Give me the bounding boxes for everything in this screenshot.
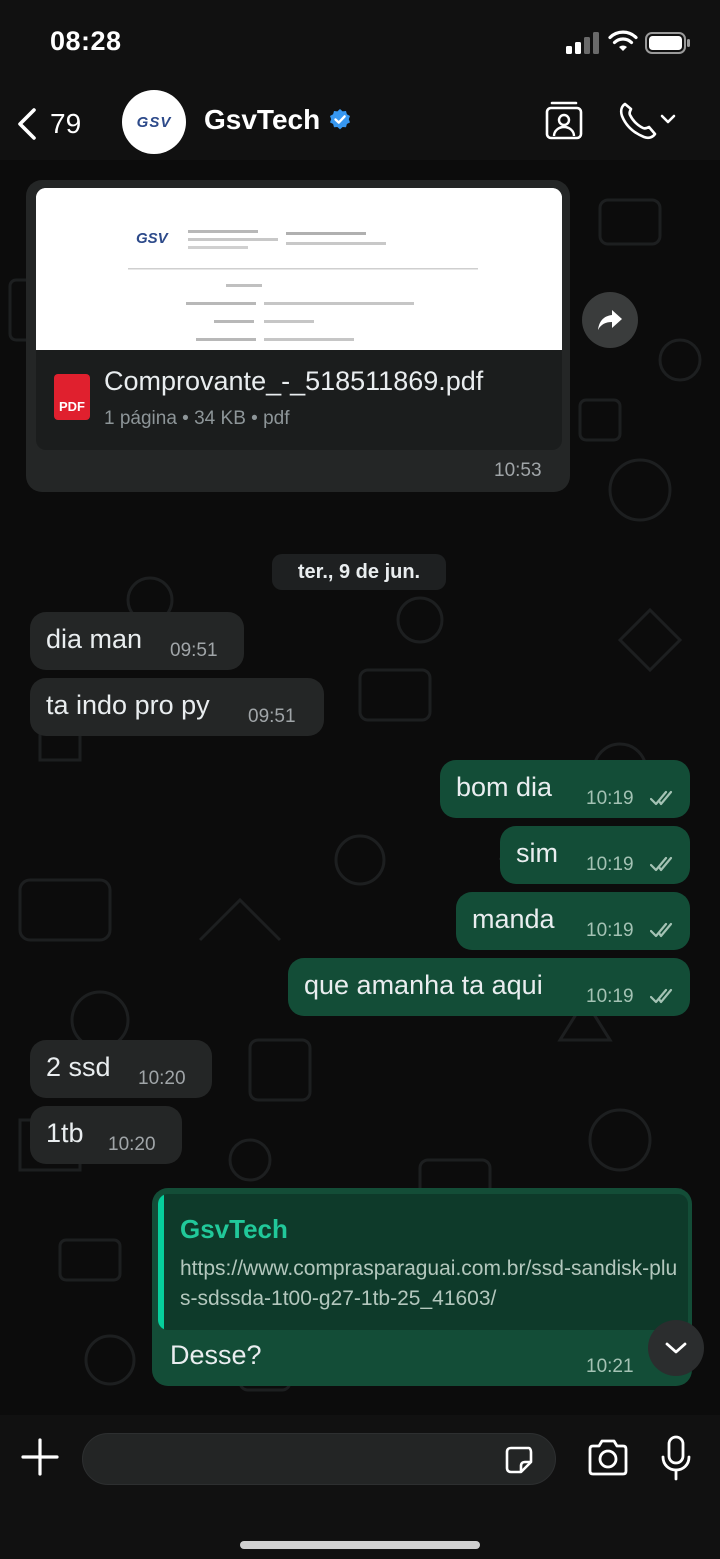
home-indicator (240, 1541, 480, 1549)
avatar[interactable]: GSV (122, 90, 186, 154)
phone-icon (619, 102, 676, 140)
chat-area[interactable]: GSV PDF Comprovante_-_518511869.pdf 1 pá… (0, 160, 720, 1415)
message-time: 10:20 (108, 1134, 156, 1155)
read-ticks-icon (650, 790, 673, 806)
sticker-icon[interactable] (503, 1444, 535, 1476)
camera-icon[interactable] (586, 1439, 630, 1477)
chevron-left-icon (18, 108, 36, 140)
contact-name: GsvTech (204, 104, 321, 135)
pdf-info[interactable]: PDF Comprovante_-_518511869.pdf 1 página… (36, 350, 562, 450)
scroll-down-button[interactable] (648, 1320, 704, 1376)
microphone-icon[interactable] (660, 1435, 692, 1481)
verified-badge-icon (330, 109, 351, 130)
message-text: 1tb (46, 1118, 84, 1148)
message-in[interactable]: ta indo pro py 09:51 (30, 678, 324, 736)
chevron-down-icon (665, 1342, 687, 1354)
message-out[interactable]: sim 10:19 (500, 826, 690, 884)
message-time: 10:19 (586, 920, 634, 941)
composer-bar (0, 1415, 720, 1559)
message-input-container[interactable] (82, 1433, 556, 1485)
quoted-text: https://www.comprasparaguai.com.br/ssd-s… (180, 1257, 678, 1310)
message-time: 10:19 (586, 854, 634, 875)
pdf-file-name: Comprovante_-_518511869.pdf (104, 366, 484, 396)
message-out[interactable]: bom dia 10:19 (440, 760, 690, 818)
preview-logo-text: GSV (136, 230, 170, 247)
forward-icon (598, 310, 622, 330)
message-in[interactable]: 2 ssd 10:20 (30, 1040, 212, 1098)
message-time: 10:20 (138, 1068, 186, 1089)
message-text: sim (516, 838, 558, 868)
pdf-preview-image: GSV (36, 188, 562, 350)
message-text: dia man (46, 624, 143, 654)
pdf-file-meta: 1 página • 34 KB • pdf (104, 408, 290, 429)
message-text: manda (472, 904, 555, 934)
message-in[interactable]: 1tb 10:20 (30, 1106, 182, 1164)
chat-header: 79 GSV GsvTech (0, 88, 720, 160)
contact-card-icon[interactable] (542, 98, 586, 142)
message-time: 10:19 (586, 788, 634, 809)
message-out[interactable]: manda 10:19 (456, 892, 690, 950)
message-time: 10:53 (494, 460, 542, 481)
date-separator: ter., 9 de jun. (272, 554, 446, 590)
message-text: que amanha ta aqui (304, 970, 543, 1000)
back-button[interactable]: 79 (16, 102, 81, 146)
message-time: 10:19 (586, 986, 634, 1007)
status-bar: 08:28 (0, 0, 720, 88)
signal-icon (566, 32, 599, 54)
pdf-preview[interactable]: GSV (36, 188, 562, 350)
read-ticks-icon (650, 856, 673, 872)
unread-count: 79 (50, 108, 82, 139)
message-in[interactable]: dia man 09:51 (30, 612, 244, 670)
avatar-logo: GSV (136, 113, 172, 131)
battery-icon (645, 32, 690, 54)
contact-name-area[interactable]: GsvTech (204, 104, 352, 136)
message-text: 2 ssd (46, 1052, 111, 1082)
quote-bar (158, 1194, 164, 1330)
quoted-message[interactable]: GsvTech https://www.comprasparaguai.com.… (158, 1194, 688, 1330)
message-out[interactable]: que amanha ta aqui 10:19 (288, 958, 690, 1016)
message-time: 09:51 (248, 706, 296, 727)
read-ticks-icon (650, 988, 673, 1004)
wifi-icon (608, 30, 638, 51)
call-button[interactable] (618, 100, 682, 140)
status-time: 08:28 (50, 26, 122, 56)
forward-button[interactable] (582, 292, 638, 348)
chevron-down-icon (660, 114, 676, 124)
message-time: 09:51 (170, 640, 218, 661)
message-input[interactable] (103, 1434, 493, 1484)
plus-icon[interactable] (20, 1437, 60, 1477)
pdf-file-icon: PDF (54, 374, 90, 420)
message-text: ta indo pro py (46, 690, 210, 720)
quoted-author: GsvTech (180, 1214, 288, 1244)
message-time: 10:21 (586, 1356, 634, 1377)
message-text: bom dia (456, 772, 553, 802)
message-text: Desse? (170, 1340, 262, 1370)
read-ticks-icon (650, 922, 673, 938)
